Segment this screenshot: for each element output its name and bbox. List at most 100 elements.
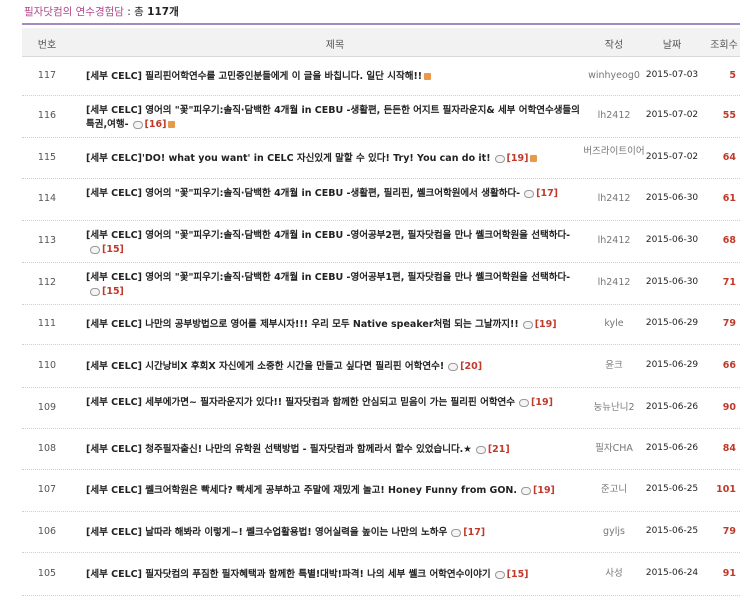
table-row[interactable]: 107 [세부 CELC] 쎌크어학원은 빡세다? 빡세게 공부하고 주말에 재밌…: [22, 469, 740, 512]
new-post-icon: [530, 155, 538, 162]
post-author[interactable]: 버즈라이트이어: [580, 146, 648, 158]
comment-count[interactable]: [17]: [463, 527, 485, 538]
table-row[interactable]: 106 [세부 CELC] 날따라 해봐라 이렇게~! 쎌크수업활용법! 영어실력…: [22, 511, 740, 553]
post-date: 2015-07-02: [645, 110, 699, 120]
comment-bubble-icon: [524, 189, 535, 198]
post-author[interactable]: lh2412: [580, 235, 648, 247]
post-title-cell: [세부 CELC] 세부에가면~ 필자라운지가 있다!! 필자닷컴과 함께한 안…: [86, 396, 584, 410]
post-title-cell: [세부 CELC] 날따라 해봐라 이렇게~! 쎌크수업활용법! 영어실력을 높…: [86, 526, 584, 540]
post-date: 2015-06-29: [645, 360, 699, 370]
post-views: 79: [722, 318, 736, 329]
post-date: 2015-06-30: [645, 235, 699, 245]
post-title-link[interactable]: [세부 CELC] 필리핀어학연수를 고민중인분들에게 이 글을 바칩니다. 일…: [86, 71, 422, 82]
post-author[interactable]: winhyeog0: [580, 70, 648, 82]
post-title-link[interactable]: [세부 CELC] 영어의 "꽃"피우기:솔직·담백한 4개월 in CEBU …: [86, 188, 520, 199]
post-author[interactable]: lh2412: [580, 110, 648, 122]
comment-count[interactable]: [19]: [507, 153, 529, 164]
table-row[interactable]: 108 [세부 CELC] 청주필자출신! 나만의 유학원 선택방법 - 필자닷컴…: [22, 428, 740, 470]
table-row[interactable]: 115 [세부 CELC]'DO! what you want' in CELC …: [22, 137, 740, 179]
board-category[interactable]: 필자닷컴의 연수경험담: [24, 6, 124, 18]
post-date: 2015-06-24: [645, 568, 699, 578]
post-title-link[interactable]: [세부 CELC] 영어의 "꽃"피우기:솔직·담백한 4개월 in CEBU …: [86, 272, 570, 283]
post-number: 107: [37, 484, 57, 495]
comment-count[interactable]: [15]: [102, 244, 124, 255]
post-author[interactable]: 필자CHA: [580, 443, 648, 455]
comment-count[interactable]: [20]: [460, 361, 482, 372]
comment-count[interactable]: [19]: [533, 485, 555, 496]
post-author[interactable]: 준고니: [580, 484, 648, 496]
post-author[interactable]: kyle: [580, 318, 648, 330]
post-number: 113: [37, 235, 57, 246]
table-header: 번호 제목 작성 날짜 조회수: [22, 28, 740, 57]
post-title-link[interactable]: [세부 CELC] 날따라 해봐라 이렇게~! 쎌크수업활용법! 영어실력을 높…: [86, 527, 447, 538]
post-title-cell: [세부 CELC]'DO! what you want' in CELC 자신있…: [86, 152, 584, 166]
new-post-icon: [424, 73, 432, 80]
post-title-link[interactable]: [세부 CELC] 쎌크어학원은 빡세다? 빡세게 공부하고 주말에 재밌게 놀…: [86, 485, 517, 496]
post-author[interactable]: lh2412: [580, 277, 648, 289]
post-title-link[interactable]: [세부 CELC] 나만의 공부방법으로 영어를 제부시자!!! 우리 모두 N…: [86, 319, 519, 330]
post-title-cell: [세부 CELC] 영어의 "꽃"피우기:솔직·담백한 4개월 in CEBU …: [86, 271, 584, 299]
comment-bubble-icon: [90, 245, 100, 254]
comment-count[interactable]: [15]: [102, 286, 124, 297]
comment-bubble-icon: [475, 445, 486, 454]
post-number: 105: [37, 568, 57, 579]
post-title-cell: [세부 CELC] 영어의 "꽃"피우기:솔직·담백한 4개월 in CEBU …: [86, 104, 584, 132]
post-views: 55: [722, 110, 736, 121]
post-views: 79: [722, 526, 736, 537]
post-title-cell: [세부 CELC] 필리핀어학연수를 고민중인분들에게 이 글을 바칩니다. 일…: [86, 70, 584, 84]
post-title-cell: [세부 CELC] 필자닷컴의 푸짐한 필자혜택과 함께한 특별!대박!파격! …: [86, 568, 584, 582]
col-num-header: 번호: [37, 40, 57, 51]
table-row[interactable]: 110 [세부 CELC] 시간낭비X 후회X 자신에게 소중한 시간을 만들고 …: [22, 344, 740, 388]
comment-count[interactable]: [19]: [531, 397, 553, 408]
post-date: 2015-06-25: [645, 484, 699, 494]
new-post-icon: [168, 121, 176, 128]
table-row[interactable]: 116 [세부 CELC] 영어의 "꽃"피우기:솔직·담백한 4개월 in CE…: [22, 95, 740, 138]
comment-count[interactable]: [17]: [536, 188, 558, 199]
post-author[interactable]: 사성: [580, 568, 648, 580]
comment-bubble-icon: [448, 362, 459, 371]
table-row[interactable]: 114 [세부 CELC] 영어의 "꽃"피우기:솔직·담백한 4개월 in CE…: [22, 178, 740, 221]
table-row[interactable]: 112 [세부 CELC] 영어의 "꽃"피우기:솔직·담백한 4개월 in CE…: [22, 262, 740, 305]
post-number: 109: [37, 402, 57, 413]
comment-bubble-icon: [494, 154, 505, 163]
post-title-link[interactable]: [세부 CELC] 필자닷컴의 푸짐한 필자혜택과 함께한 특별!대박!파격! …: [86, 569, 491, 580]
post-date: 2015-06-29: [645, 318, 699, 328]
post-author[interactable]: gyljs: [580, 526, 648, 538]
post-number: 108: [37, 443, 57, 454]
comment-count[interactable]: [19]: [535, 319, 557, 330]
comment-bubble-icon: [522, 320, 533, 329]
col-views-header: 조회수: [710, 40, 738, 51]
post-views: 90: [722, 402, 736, 413]
post-title-link[interactable]: [세부 CELC] 세부에가면~ 필자라운지가 있다!! 필자닷컴과 함께한 안…: [86, 397, 515, 408]
comment-count[interactable]: [15]: [507, 569, 529, 580]
comment-count[interactable]: [21]: [488, 444, 510, 455]
post-title-link[interactable]: [세부 CELC] 청주필자출신! 나만의 유학원 선택방법 - 필자닷컴과 함…: [86, 444, 472, 455]
post-author[interactable]: 윤크: [580, 360, 648, 372]
table-row[interactable]: 109 [세부 CELC] 세부에가면~ 필자라운지가 있다!! 필자닷컴과 함께…: [22, 387, 740, 429]
comment-bubble-icon: [451, 528, 462, 537]
table-row[interactable]: 105 [세부 CELC] 필자닷컴의 푸짐한 필자혜택과 함께한 특별!대박!파…: [22, 552, 740, 596]
table-row[interactable]: 117 [세부 CELC] 필리핀어학연수를 고민중인분들에게 이 글을 바칩니다…: [22, 57, 740, 96]
post-title-link[interactable]: [세부 CELC] 시간낭비X 후회X 자신에게 소중한 시간을 만들고 싶다면…: [86, 361, 444, 372]
post-date: 2015-07-03: [645, 70, 699, 80]
table-row[interactable]: 113 [세부 CELC] 영어의 "꽃"피우기:솔직·담백한 4개월 in CE…: [22, 220, 740, 263]
post-views: 71: [722, 277, 736, 288]
post-title-cell: [세부 CELC] 청주필자출신! 나만의 유학원 선택방법 - 필자닷컴과 함…: [86, 443, 584, 457]
post-number: 111: [37, 318, 57, 329]
col-date-header: 날짜: [662, 40, 682, 51]
header-divider: [22, 23, 740, 25]
post-date: 2015-06-26: [645, 443, 699, 453]
post-number: 116: [37, 110, 57, 121]
post-title-link[interactable]: [세부 CELC]'DO! what you want' in CELC 자신있…: [86, 153, 491, 164]
post-views: 68: [722, 235, 736, 246]
post-author[interactable]: 눙뉴난니2: [580, 402, 648, 414]
comment-bubble-icon: [494, 570, 505, 579]
post-title-cell: [세부 CELC] 나만의 공부방법으로 영어를 제부시자!!! 우리 모두 N…: [86, 318, 584, 332]
post-date: 2015-06-25: [645, 526, 699, 536]
post-author[interactable]: lh2412: [580, 193, 648, 205]
post-title-link[interactable]: [세부 CELC] 영어의 "꽃"피우기:솔직·담백한 4개월 in CEBU …: [86, 230, 570, 241]
col-author-header: 작성: [604, 40, 624, 51]
comment-count[interactable]: [16]: [145, 119, 167, 130]
table-row[interactable]: 111 [세부 CELC] 나만의 공부방법으로 영어를 제부시자!!! 우리 모…: [22, 304, 740, 345]
post-title-cell: [세부 CELC] 영어의 "꽃"피우기:솔직·담백한 4개월 in CEBU …: [86, 229, 584, 257]
